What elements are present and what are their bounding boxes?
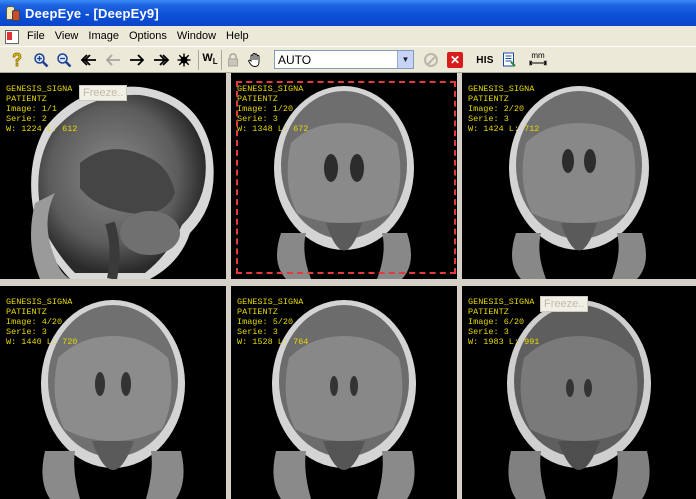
last-icon[interactable] (150, 50, 172, 70)
image-viewer-grid: GENESIS_SIGNA PATIENTZ Image: 1/1 Serie: 2W… (0, 73, 696, 499)
pane-info-line-4: Serie: 3 (468, 327, 509, 337)
pane-info-overlay: GENESIS_SIGNA PATIENTZ Image: 1/1 Serie: 2W… (6, 84, 77, 134)
pane-info-line-5: W: 1224 L: 612 (6, 124, 78, 134)
freeze-label: Freeze.. (79, 85, 128, 101)
wl-sub-label: L (212, 57, 218, 67)
first-icon[interactable] (78, 50, 100, 70)
pane-info-line-2: PATIENTZ (468, 94, 509, 104)
pane-info-line-3: Image: 5/20 (237, 317, 294, 327)
pane-info-overlay: GENESIS_SIGNA PATIENTZ Image: 6/20 Serie: 3… (468, 297, 539, 347)
document-icon[interactable] (4, 29, 19, 44)
prev-icon[interactable] (103, 50, 125, 70)
pane-info-line-5: W: 1424 L: 712 (468, 124, 540, 134)
zoom-out-icon[interactable] (53, 50, 75, 70)
window-level-icon[interactable]: WL (198, 50, 222, 70)
pane-info-line-4: Serie: 3 (237, 327, 278, 337)
pane-info-line-2: PATIENTZ (237, 307, 278, 317)
pane-info-line-3: Image: 1/20 (237, 104, 294, 114)
pane-info-line-2: PATIENTZ (6, 307, 47, 317)
pane-info-line-4: Serie: 3 (468, 114, 509, 124)
menu-bar: File View Image Options Window Help (0, 26, 696, 46)
pane-info-line-3: Image: 6/20 (468, 317, 525, 327)
pane-info-line-4: Serie: 3 (237, 114, 278, 124)
pane-info-line-3: Image: 1/1 (6, 104, 58, 114)
pane-info-line-5: W: 1440 L: 720 (6, 337, 78, 347)
pane-info-line-2: PATIENTZ (237, 94, 278, 104)
pane-info-line-2: PATIENTZ (6, 94, 47, 104)
close-icon[interactable]: ✕ (444, 50, 466, 70)
pane-info-line-3: Image: 4/20 (6, 317, 63, 327)
pane-info-line-1: GENESIS_SIGNA (237, 84, 304, 94)
pane-info-line-5: W: 1983 L: 991 (468, 337, 540, 347)
menu-view[interactable]: View (50, 30, 84, 42)
pane-info-line-2: PATIENTZ (468, 307, 509, 317)
freeze-label: Freeze.. (540, 296, 589, 312)
menu-help[interactable]: Help (221, 30, 254, 42)
pane-info-overlay: GENESIS_SIGNA PATIENTZ Image: 4/20 Serie: 3… (6, 297, 77, 347)
title-bar[interactable]: DeepEye - [DeepEy9] (0, 0, 696, 26)
window-preset-select[interactable]: AUTO ▼ (274, 50, 414, 69)
lock-icon[interactable] (222, 50, 244, 70)
zoom-in-icon[interactable] (30, 50, 52, 70)
report-icon[interactable] (498, 50, 520, 70)
next-icon[interactable] (125, 50, 147, 70)
menu-options[interactable]: Options (124, 30, 172, 42)
pane-info-line-1: GENESIS_SIGNA (237, 297, 304, 307)
app-icon[interactable] (4, 5, 20, 21)
window-title: DeepEye - [DeepEy9] (25, 5, 159, 21)
menu-file[interactable]: File (22, 30, 50, 42)
his-label: HIS (476, 54, 494, 66)
toolbar: WL AUTO ▼ ✕ HIS mm (0, 46, 696, 73)
image-pane-5[interactable]: GENESIS_SIGNA PATIENTZ Image: 5/20 Serie: 3… (231, 286, 457, 499)
pane-info-line-5: W: 1528 L: 764 (237, 337, 309, 347)
pan-hand-icon[interactable] (244, 50, 266, 70)
pane-info-line-1: GENESIS_SIGNA (6, 297, 73, 307)
wl-label: W (202, 51, 213, 64)
pane-info-line-1: GENESIS_SIGNA (468, 84, 535, 94)
window-preset-value: AUTO (278, 52, 312, 67)
image-pane-4[interactable]: GENESIS_SIGNA PATIENTZ Image: 4/20 Serie: 3… (0, 286, 226, 499)
image-pane-6[interactable]: GENESIS_SIGNA PATIENTZ Image: 6/20 Serie: 3… (462, 286, 696, 499)
pane-info-line-4: Serie: 2 (6, 114, 47, 124)
pane-info-overlay: GENESIS_SIGNA PATIENTZ Image: 1/20 Serie: 3… (237, 84, 308, 134)
menu-image[interactable]: Image (83, 30, 124, 42)
pane-info-line-5: W: 1348 L: 672 (237, 124, 309, 134)
pane-info-overlay: GENESIS_SIGNA PATIENTZ Image: 5/20 Serie: 3… (237, 297, 308, 347)
pane-info-line-4: Serie: 3 (6, 327, 47, 337)
his-icon[interactable]: HIS (474, 50, 496, 70)
help-icon[interactable] (6, 50, 28, 70)
image-pane-3[interactable]: GENESIS_SIGNA PATIENTZ Image: 2/20 Serie: 3… (462, 73, 696, 279)
pane-info-line-1: GENESIS_SIGNA (6, 84, 73, 94)
mm-label: mm (531, 51, 545, 60)
chevron-down-icon[interactable]: ▼ (397, 51, 413, 68)
pane-info-line-3: Image: 2/20 (468, 104, 525, 114)
image-pane-2[interactable]: GENESIS_SIGNA PATIENTZ Image: 1/20 Serie: 3… (231, 73, 457, 279)
pane-info-overlay: GENESIS_SIGNA PATIENTZ Image: 2/20 Serie: 3… (468, 84, 539, 134)
settings-icon[interactable] (173, 50, 195, 70)
pane-info-line-1: GENESIS_SIGNA (468, 297, 535, 307)
measure-icon[interactable]: mm (526, 50, 550, 70)
cancel-icon[interactable] (420, 50, 442, 70)
menu-window[interactable]: Window (172, 30, 221, 42)
image-pane-1[interactable]: GENESIS_SIGNA PATIENTZ Image: 1/1 Serie: 2W… (0, 73, 226, 279)
